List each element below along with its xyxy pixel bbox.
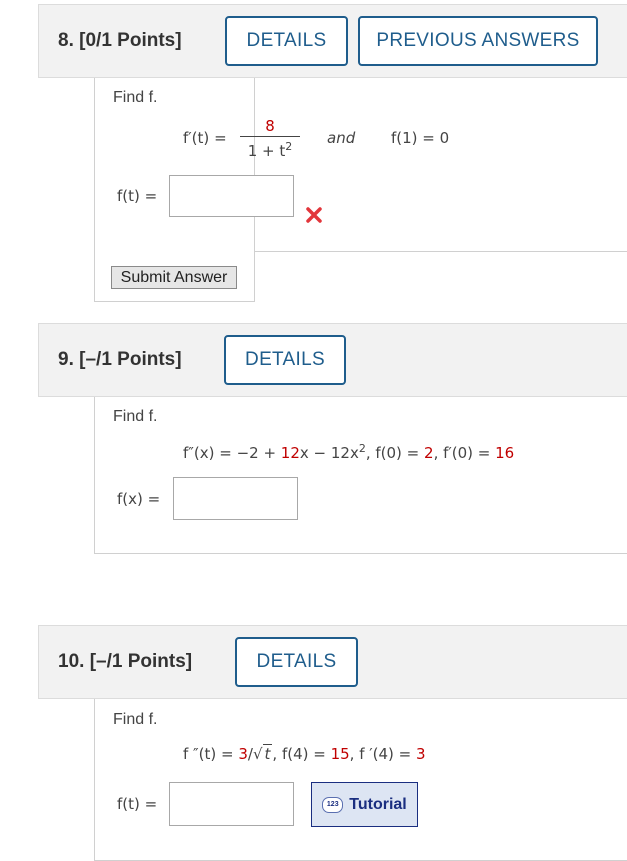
question-10-title: 10. [–/1 Points] <box>58 651 192 673</box>
question-9-title: 9. [–/1 Points] <box>58 349 182 371</box>
answer-label: f(t) = <box>117 795 158 813</box>
find-f-label: Find f. <box>113 408 158 425</box>
question-number: 10. <box>58 651 85 672</box>
question-number: 9. <box>58 349 74 370</box>
and-word: and <box>327 129 356 147</box>
tutorial-button[interactable]: 123 Tutorial <box>311 782 418 827</box>
question-points: [0/1 Points] <box>79 30 182 51</box>
fraction: 8 1 + t2 <box>240 117 300 160</box>
question-8-title: 8. [0/1 Points] <box>58 30 182 52</box>
x-mark-icon <box>305 206 323 229</box>
answer-input[interactable] <box>169 782 294 826</box>
answer-label: f(t) = <box>117 187 158 205</box>
question-points: [–/1 Points] <box>79 349 182 370</box>
details-button[interactable]: DETAILS <box>235 637 358 687</box>
equation: f″(x) = −2 + 12x − 12x2, f(0) = 2, f′(0)… <box>183 442 515 462</box>
initial-condition: f(1) = 0 <box>391 129 450 147</box>
details-button[interactable]: DETAILS <box>225 16 348 66</box>
details-button[interactable]: DETAILS <box>224 335 346 385</box>
tutorial-label: Tutorial <box>349 795 407 813</box>
submit-answer-button[interactable]: Submit Answer <box>111 266 237 289</box>
question-8-rule <box>254 251 627 252</box>
question-10-body <box>94 699 627 861</box>
question-number: 8. <box>58 30 74 51</box>
fraction-denominator: 1 + t2 <box>247 140 293 160</box>
find-f-label: Find f. <box>113 89 158 106</box>
tutorial-icon: 123 <box>322 796 344 813</box>
find-f-label: Find f. <box>113 711 158 728</box>
answer-input[interactable] <box>173 477 298 520</box>
question-9-body <box>94 397 627 554</box>
question-points: [–/1 Points] <box>89 651 193 672</box>
answer-input[interactable] <box>169 175 294 217</box>
fraction-numerator: 8 <box>265 117 275 135</box>
previous-answers-button[interactable]: PREVIOUS ANSWERS <box>358 16 598 66</box>
equation: f ″(t) = 3/√ t, f(4) = 15, f ′(4) = 3 <box>183 744 426 763</box>
answer-label: f(x) = <box>117 490 161 508</box>
sqrt: √ t <box>252 744 273 763</box>
equation-lhs: f′(t) = <box>183 129 227 147</box>
